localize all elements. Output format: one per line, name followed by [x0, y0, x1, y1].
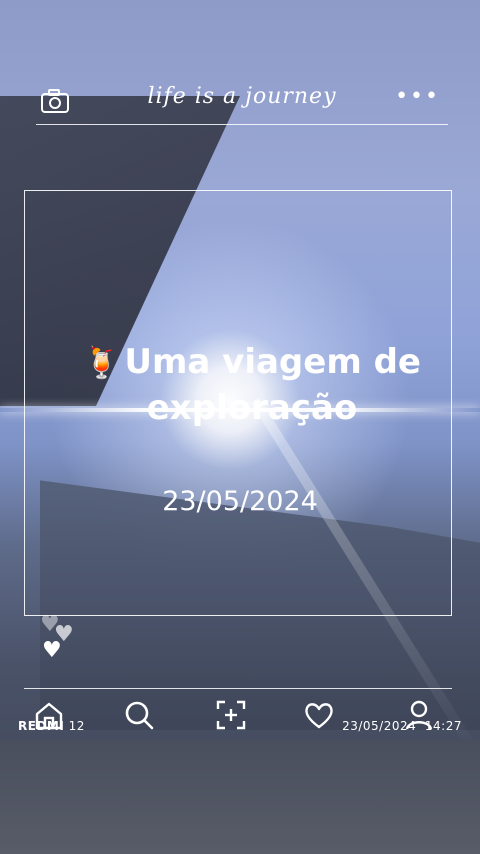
heart-icon[interactable] — [302, 698, 336, 732]
post-date: 23/05/2024 — [162, 486, 318, 517]
search-icon[interactable] — [122, 698, 156, 732]
heart-icon[interactable]: ♥ — [42, 638, 62, 663]
app-title: life is a journey — [147, 84, 337, 109]
watermark-model: 12 — [64, 719, 85, 733]
floating-hearts: ♥ ♥ ♥ — [40, 612, 80, 668]
watermark-date: 23/05/2024 — [342, 719, 417, 733]
watermark-brand: REDMI — [18, 719, 65, 733]
more-dots-icon[interactable]: ••• — [395, 86, 440, 108]
add-photo-icon[interactable] — [214, 698, 248, 732]
post-headline: 🍹 Uma viagem de exploração — [52, 340, 452, 430]
camera-watermark-model: REDMI 12 — [18, 719, 85, 733]
bottom-shade — [0, 740, 480, 854]
watermark-time: 14:27 — [424, 719, 462, 733]
top-divider — [36, 124, 448, 125]
cocktail-icon: 🍹 — [83, 346, 121, 381]
camera-watermark-datetime: 23/05/2024 14:27 — [342, 719, 462, 733]
headline-text: Uma viagem de exploração — [124, 342, 421, 428]
top-bar: life is a journey ••• — [36, 80, 448, 124]
bottom-divider — [24, 688, 452, 689]
